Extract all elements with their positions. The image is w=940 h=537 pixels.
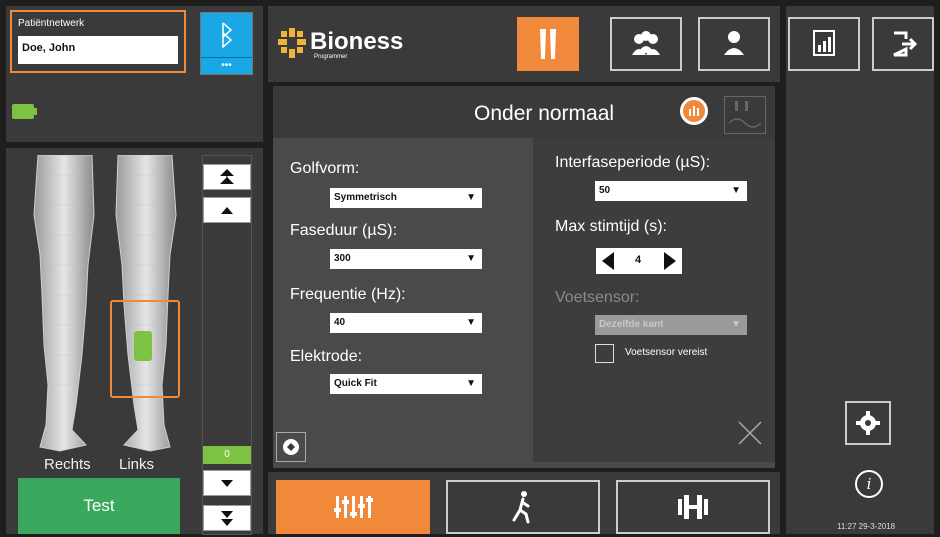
interphase-select[interactable]: 50 ▼: [595, 181, 747, 201]
phase-duration-select[interactable]: 300 ▼: [330, 249, 482, 269]
bluetooth-dots: •••: [201, 57, 252, 74]
double-down-icon: [221, 511, 233, 526]
person-icon: [724, 31, 744, 55]
waveform-value: Symmetrisch: [334, 192, 397, 203]
group-button[interactable]: [610, 17, 682, 71]
right-leg-label: Rechts: [44, 456, 91, 473]
chevron-down-icon: ▼: [466, 192, 476, 203]
bioness-logo-sub: Programmer: [314, 54, 348, 60]
stim-mode-button[interactable]: [680, 97, 708, 125]
info-icon: i: [866, 475, 872, 493]
waveform-select[interactable]: Symmetrisch ▼: [330, 188, 482, 208]
walking-icon: [512, 491, 530, 524]
report-button[interactable]: [788, 17, 860, 71]
tab-strength[interactable]: [616, 480, 770, 534]
datetime: 11:27 29-3-2018: [837, 522, 896, 531]
exit-button[interactable]: [872, 17, 934, 71]
tab-walking[interactable]: [446, 480, 600, 534]
intensity-min-down-button[interactable]: [203, 505, 251, 531]
increase-arrow-icon[interactable]: [660, 250, 680, 272]
exit-icon: [893, 31, 918, 57]
electrode-label: Elektrode:: [290, 348, 363, 365]
info-button[interactable]: i: [855, 470, 883, 498]
bioness-logo-icon: [278, 28, 306, 58]
legs-icon: [540, 29, 556, 59]
intensity-value: 0: [203, 446, 251, 464]
dumbbell-icon: [678, 495, 708, 519]
max-stim-label: Max stimtijd (s):: [555, 218, 667, 235]
intensity-max-up-button-glyph: [203, 164, 251, 190]
chevron-down-icon: ▼: [731, 319, 741, 330]
sliders-icon: [334, 496, 373, 518]
patient-network-label: Patiëntnetwerk: [18, 18, 85, 29]
right-sidebar: [786, 6, 934, 534]
bioness-logo-text: Bioness: [310, 28, 404, 55]
report-chart-icon: [813, 30, 835, 56]
chevron-down-icon: ▼: [466, 253, 476, 264]
refresh-icon: [283, 439, 299, 455]
intensity-up-button[interactable]: [203, 197, 251, 223]
interphase-label: Interfaseperiode (µS):: [555, 154, 711, 171]
stim-chart-icon: [689, 106, 699, 116]
close-icon: [738, 421, 762, 445]
gear-icon: [856, 411, 880, 435]
legs-mode-button[interactable]: [517, 17, 579, 71]
frequency-value: 40: [334, 317, 346, 328]
bluetooth-button[interactable]: •••: [200, 12, 253, 75]
up-arrow-icon: [221, 207, 233, 214]
refresh-button[interactable]: [276, 432, 306, 462]
max-stim-value: 4: [634, 254, 642, 266]
phase-duration-value: 300: [334, 253, 351, 264]
tab-settings-sliders[interactable]: [276, 480, 430, 534]
waveform-label: Golfvorm:: [290, 160, 360, 177]
interphase-value: 50: [599, 185, 611, 196]
foot-sensor-required-checkbox[interactable]: [595, 344, 614, 363]
foot-sensor-value: Dezelfde kant: [599, 319, 664, 330]
phase-duration-label: Faseduur (µS):: [290, 222, 398, 239]
intensity-down-button[interactable]: [203, 470, 251, 496]
down-arrow-icon: [221, 480, 233, 487]
foot-sensor-label: Voetsensor:: [555, 289, 640, 306]
electrode-marker: [134, 331, 152, 361]
waveform-graph-button[interactable]: [724, 96, 766, 134]
foot-sensor-required-label: Voetsensor vereist: [625, 347, 708, 358]
person-button[interactable]: [698, 17, 770, 71]
left-leg-label: Links: [119, 456, 155, 473]
waveform-icon: [728, 101, 762, 128]
frequency-label: Frequentie (Hz):: [290, 286, 406, 303]
battery-tip: [34, 108, 37, 115]
foot-sensor-select[interactable]: Dezelfde kant ▼: [595, 315, 747, 335]
close-button[interactable]: [735, 418, 765, 448]
test-button[interactable]: Test: [18, 478, 180, 534]
max-stim-stepper[interactable]: 4: [596, 248, 682, 274]
group-icon: [632, 31, 660, 55]
decrease-arrow-icon[interactable]: [598, 250, 618, 272]
chevron-down-icon: ▼: [466, 378, 476, 389]
chevron-down-icon: ▼: [731, 185, 741, 196]
battery-icon: [12, 104, 34, 119]
patient-network-box[interactable]: Patiëntnetwerk Doe, John: [10, 10, 186, 73]
settings-button[interactable]: [845, 401, 891, 445]
chevron-down-icon: ▼: [466, 317, 476, 328]
electrode-select[interactable]: Quick Fit ▼: [330, 374, 482, 394]
frequency-select[interactable]: 40 ▼: [330, 313, 482, 333]
bluetooth-icon: [201, 13, 252, 57]
patient-name-field[interactable]: Doe, John: [18, 36, 178, 64]
electrode-value: Quick Fit: [334, 378, 377, 389]
intensity-track[interactable]: [203, 226, 251, 444]
program-title: Onder normaal: [474, 102, 615, 125]
